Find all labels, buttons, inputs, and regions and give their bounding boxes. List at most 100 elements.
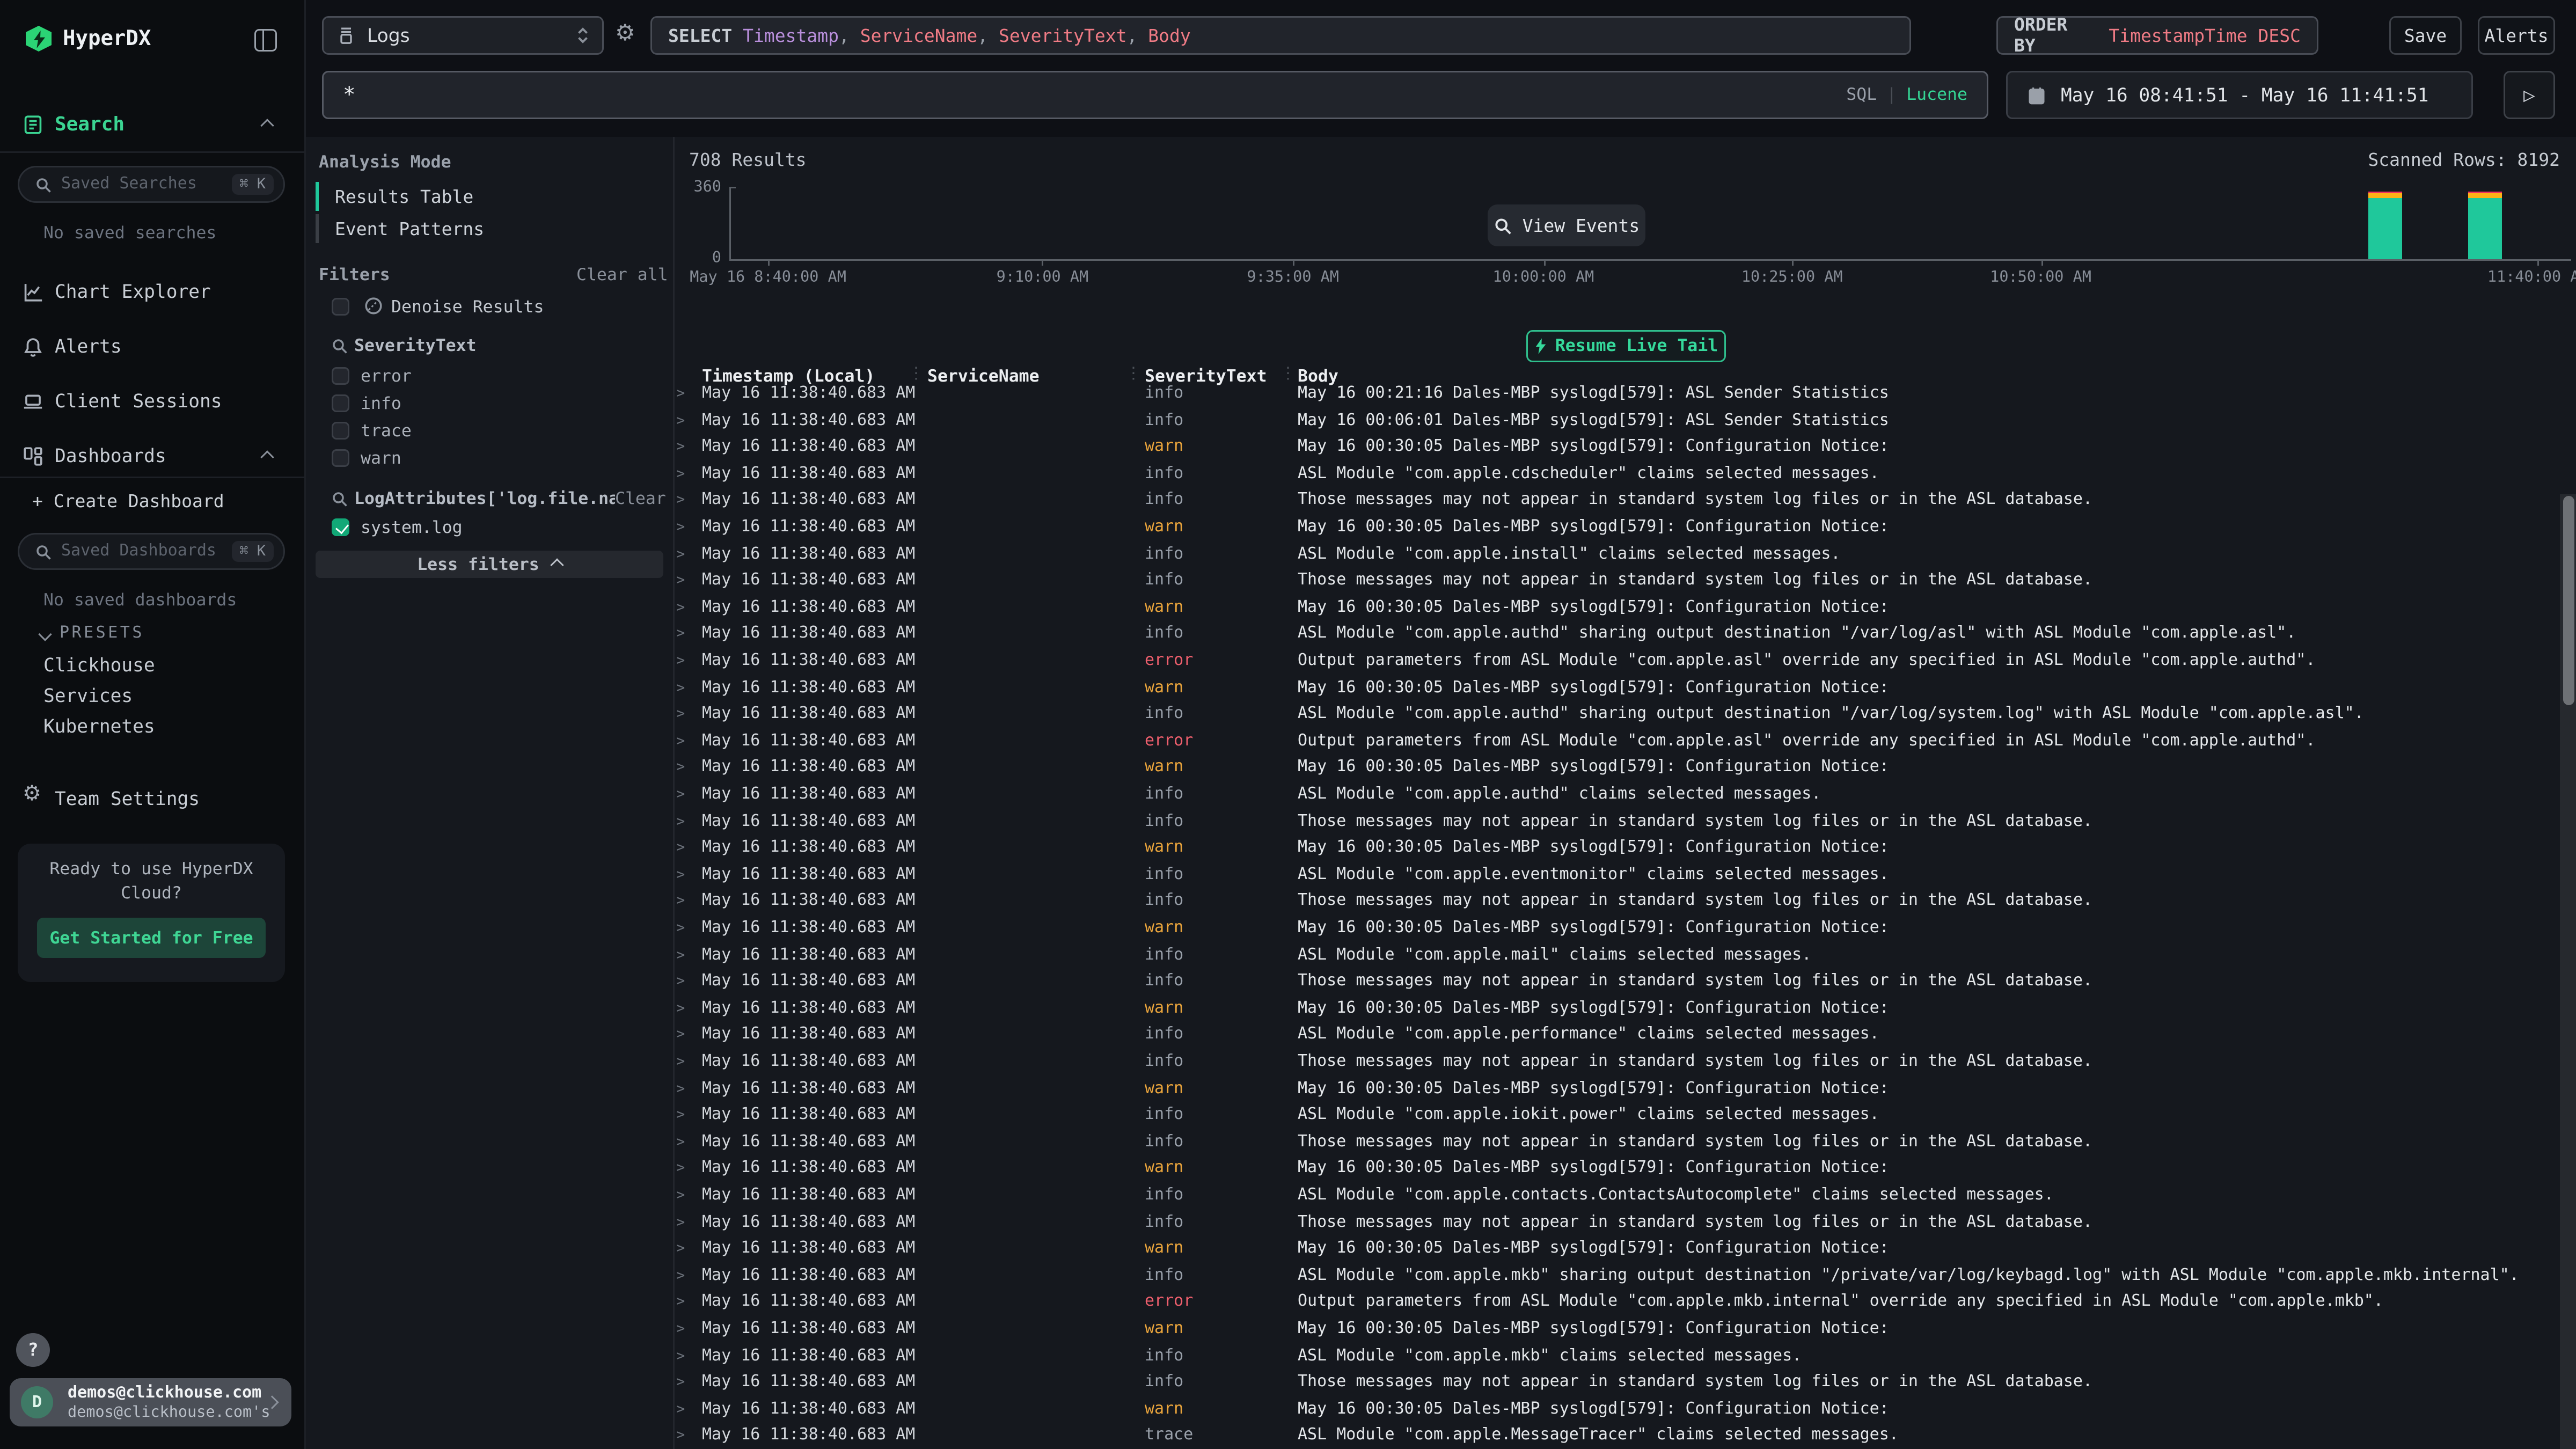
log-row[interactable]: >May 16 11:38:40.683 AMwarnMay 16 00:30:… — [306, 1317, 2576, 1344]
log-row[interactable]: >May 16 11:38:40.683 AMtraceASL Module "… — [306, 1424, 2576, 1449]
log-row[interactable]: >May 16 11:38:40.683 AMinfoThose message… — [306, 889, 2576, 916]
row-expand-icon[interactable]: > — [676, 542, 685, 569]
log-row[interactable]: >May 16 11:38:40.683 AMwarnMay 16 00:30:… — [306, 916, 2576, 943]
sidebar-item-chart-explorer[interactable]: Chart Explorer — [0, 274, 306, 309]
log-row[interactable]: >May 16 11:38:40.683 AMinfoASL Module "c… — [306, 862, 2576, 889]
preset-services[interactable]: Services — [43, 684, 133, 707]
row-expand-icon[interactable]: > — [676, 702, 685, 729]
log-row[interactable]: >May 16 11:38:40.683 AMerrorOutput param… — [306, 729, 2576, 756]
sidebar-item-team-settings[interactable]: ⚙ Team Settings — [0, 781, 306, 816]
mode-event-patterns[interactable]: Event Patterns — [316, 214, 638, 243]
row-expand-icon[interactable]: > — [676, 1290, 685, 1317]
log-row[interactable]: >May 16 11:38:40.683 AMinfoASL Module "c… — [306, 1344, 2576, 1371]
log-row[interactable]: >May 16 11:38:40.683 AMinfoASL Module "c… — [306, 1263, 2576, 1290]
denoise-label[interactable]: Denoise Results — [391, 298, 544, 317]
log-row[interactable]: >May 16 11:38:40.683 AMinfoASL Module "c… — [306, 462, 2576, 488]
log-row[interactable]: >May 16 11:38:40.683 AMinfoThose message… — [306, 488, 2576, 515]
sql-mode-toggle[interactable]: SQL — [1846, 85, 1877, 105]
order-by-input[interactable]: ORDER BY TimestampTime DESC — [1996, 16, 2318, 55]
row-expand-icon[interactable]: > — [676, 1103, 685, 1130]
row-expand-icon[interactable]: > — [676, 1183, 685, 1210]
search-query-input[interactable]: * SQL | Lucene — [322, 71, 1988, 119]
log-row[interactable]: >May 16 11:38:40.683 AMwarnMay 16 00:30:… — [306, 996, 2576, 1023]
log-row[interactable]: >May 16 11:38:40.683 AMinfoASL Module "c… — [306, 702, 2576, 729]
log-row[interactable]: >May 16 11:38:40.683 AMwarnMay 16 00:30:… — [306, 1157, 2576, 1183]
row-expand-icon[interactable]: > — [676, 649, 685, 676]
help-button[interactable]: ? — [16, 1333, 50, 1367]
log-row[interactable]: >May 16 11:38:40.683 AMinfoThose message… — [306, 1371, 2576, 1397]
row-expand-icon[interactable]: > — [676, 676, 685, 702]
log-row[interactable]: >May 16 11:38:40.683 AMinfoASL Module "c… — [306, 1183, 2576, 1210]
log-row[interactable]: >May 16 11:38:40.683 AMinfoThose message… — [306, 1050, 2576, 1077]
row-expand-icon[interactable]: > — [676, 970, 685, 997]
log-row[interactable]: >May 16 11:38:40.683 AMinfoThose message… — [306, 569, 2576, 596]
source-select[interactable]: Logs — [322, 16, 604, 55]
row-expand-icon[interactable]: > — [676, 836, 685, 863]
preset-clickhouse[interactable]: Clickhouse — [43, 654, 155, 676]
chart-plot-area[interactable]: May 16 8:40:00 AM9:10:00 AM9:35:00 AM10:… — [729, 182, 2571, 272]
log-row[interactable]: >May 16 11:38:40.683 AMinfoThose message… — [306, 970, 2576, 997]
log-row[interactable]: >May 16 11:38:40.683 AMwarnMay 16 00:30:… — [306, 1077, 2576, 1103]
row-expand-icon[interactable]: > — [676, 408, 685, 435]
row-expand-icon[interactable]: > — [676, 809, 685, 836]
sql-select-input[interactable]: SELECT Timestamp, ServiceName, SeverityT… — [650, 16, 1911, 55]
log-row[interactable]: >May 16 11:38:40.683 AMinfoASL Module "c… — [306, 1103, 2576, 1130]
row-expand-icon[interactable]: > — [676, 569, 685, 596]
histogram-bar[interactable] — [2468, 192, 2502, 259]
row-expand-icon[interactable]: > — [676, 382, 685, 408]
sidebar-item-client-sessions[interactable]: Client Sessions — [0, 383, 306, 419]
row-expand-icon[interactable]: > — [676, 515, 685, 542]
mode-results-table[interactable]: Results Table — [316, 182, 638, 211]
log-row[interactable]: >May 16 11:38:40.683 AMinfoThose message… — [306, 809, 2576, 836]
row-expand-icon[interactable]: > — [676, 862, 685, 889]
log-row[interactable]: >May 16 11:38:40.683 AMerrorOutput param… — [306, 649, 2576, 676]
row-expand-icon[interactable]: > — [676, 1130, 685, 1157]
column-grip-icon[interactable]: ⋮ — [1280, 365, 1296, 383]
time-range-picker[interactable]: May 16 08:41:51 - May 16 11:41:51 — [2006, 71, 2473, 119]
denoise-checkbox[interactable] — [332, 298, 349, 316]
preset-kubernetes[interactable]: Kubernetes — [43, 715, 155, 737]
sidebar-item-search[interactable]: Search — [0, 106, 306, 142]
row-expand-icon[interactable]: > — [676, 1371, 685, 1397]
sidebar-collapse-icon[interactable] — [254, 29, 277, 52]
log-row[interactable]: >May 16 11:38:40.683 AMinfoASL Module "c… — [306, 542, 2576, 569]
row-expand-icon[interactable]: > — [676, 1237, 685, 1264]
row-expand-icon[interactable]: > — [676, 622, 685, 649]
get-started-button[interactable]: Get Started for Free — [37, 918, 266, 958]
alerts-button[interactable]: Alerts — [2478, 16, 2555, 55]
lucene-mode-toggle[interactable]: Lucene — [1906, 85, 1967, 105]
log-row[interactable]: >May 16 11:38:40.683 AMwarnMay 16 00:30:… — [306, 435, 2576, 462]
log-row[interactable]: >May 16 11:38:40.683 AMinfoASL Module "c… — [306, 622, 2576, 649]
scrollbar-thumb[interactable] — [2563, 496, 2574, 705]
row-expand-icon[interactable]: > — [676, 996, 685, 1023]
row-expand-icon[interactable]: > — [676, 782, 685, 809]
clear-all-button[interactable]: Clear all — [576, 266, 668, 285]
log-row[interactable]: >May 16 11:38:40.683 AMerrorOutput param… — [306, 1290, 2576, 1317]
log-row[interactable]: >May 16 11:38:40.683 AMinfoASL Module "c… — [306, 943, 2576, 970]
row-expand-icon[interactable]: > — [676, 435, 685, 462]
log-row[interactable]: >May 16 11:38:40.683 AMwarnMay 16 00:30:… — [306, 836, 2576, 863]
save-button[interactable]: Save — [2389, 16, 2462, 55]
log-row[interactable]: >May 16 11:38:40.683 AMwarnMay 16 00:30:… — [306, 595, 2576, 622]
log-row[interactable]: >May 16 11:38:40.683 AMinfoASL Module "c… — [306, 782, 2576, 809]
user-menu[interactable]: D demos@clickhouse.com demos@clickhouse.… — [10, 1378, 291, 1426]
sidebar-item-alerts[interactable]: Alerts — [0, 328, 306, 364]
row-expand-icon[interactable]: > — [676, 1424, 685, 1449]
saved-dashboards-input[interactable]: Saved Dashboards ⌘ K — [18, 533, 285, 570]
log-row[interactable]: >May 16 11:38:40.683 AMinfoMay 16 00:06:… — [306, 408, 2576, 435]
log-row[interactable]: >May 16 11:38:40.683 AMwarnMay 16 00:30:… — [306, 515, 2576, 542]
presets-toggle[interactable]: PRESETS — [40, 625, 144, 642]
row-expand-icon[interactable]: > — [676, 916, 685, 943]
log-row[interactable]: >May 16 11:38:40.683 AMinfoASL Module "c… — [306, 1023, 2576, 1050]
sidebar-item-dashboards[interactable]: Dashboards — [0, 438, 306, 473]
gear-icon[interactable]: ⚙ — [615, 21, 635, 47]
row-expand-icon[interactable]: > — [676, 1077, 685, 1103]
log-row[interactable]: >May 16 11:38:40.683 AMwarnMay 16 00:30:… — [306, 756, 2576, 782]
log-row[interactable]: >May 16 11:38:40.683 AMwarnMay 16 00:30:… — [306, 676, 2576, 702]
log-row[interactable]: >May 16 11:38:40.683 AMwarnMay 16 00:30:… — [306, 1397, 2576, 1424]
row-expand-icon[interactable]: > — [676, 488, 685, 515]
saved-searches-input[interactable]: Saved Searches ⌘ K — [18, 166, 285, 203]
create-dashboard-button[interactable]: + Create Dashboard — [32, 491, 224, 512]
histogram-bar[interactable] — [2368, 192, 2402, 259]
row-expand-icon[interactable]: > — [676, 1263, 685, 1290]
